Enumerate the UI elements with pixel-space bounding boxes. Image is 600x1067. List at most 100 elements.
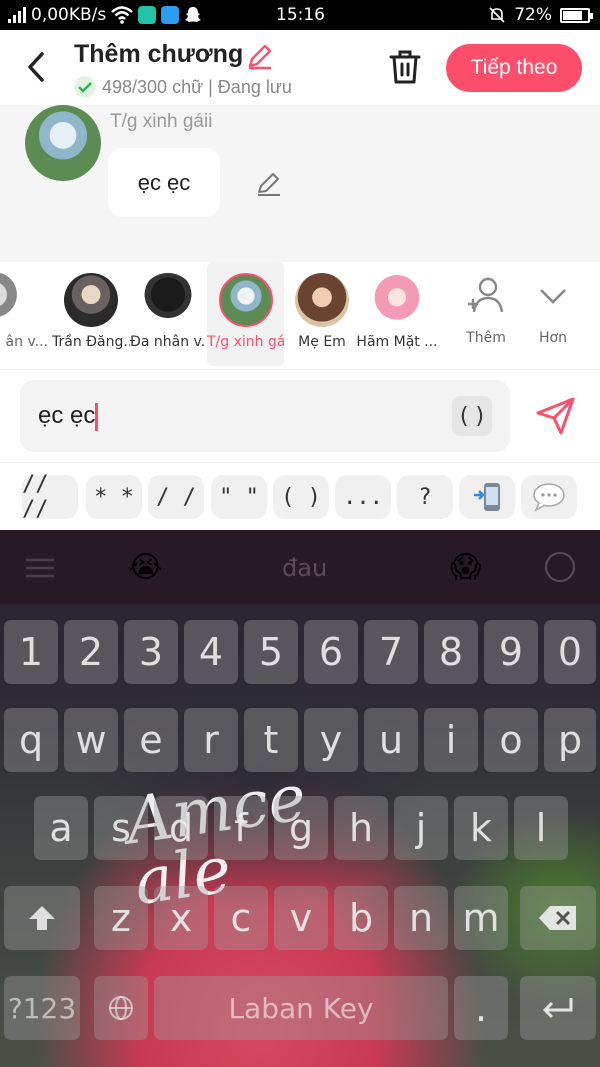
key[interactable]: b [334,886,388,950]
key[interactable]: s [94,796,148,860]
key[interactable]: m [454,886,508,950]
character-avatar [218,273,273,327]
key[interactable]: y [304,708,358,772]
emoji-suggestion[interactable]: 😱 [450,550,481,585]
key[interactable]: 4 [184,620,238,684]
add-character-button[interactable]: Thêm [452,262,520,366]
key[interactable]: 7 [364,620,418,684]
character-name: T/g xinh gái [207,334,284,350]
next-button[interactable]: Tiếp theo [446,44,582,92]
period-key[interactable]: . [454,976,508,1040]
speech-bubble-icon [533,483,565,512]
edit-title-icon[interactable] [246,42,274,70]
key[interactable]: a [34,796,88,860]
symbol-chip[interactable]: ... [335,475,391,519]
key[interactable]: f [214,796,268,860]
key[interactable]: i [424,708,478,772]
character-selector: ân v... Trần Đăng... Đa nhân v... T/g xi… [0,262,600,370]
network-speed: 0,00KB/s [31,5,107,25]
language-key[interactable] [94,976,148,1040]
key[interactable]: n [394,886,448,950]
key[interactable]: x [154,886,208,950]
key[interactable]: 9 [484,620,538,684]
menu-icon[interactable] [26,558,54,578]
space-key[interactable]: Laban Key [154,976,448,1040]
message-input-text: ẹc ẹc [38,402,99,431]
key[interactable]: 2 [64,620,118,684]
keyboard-notification-icon [161,6,180,24]
symbol-chip[interactable]: " " [211,475,267,519]
key[interactable]: c [214,886,268,950]
character-item[interactable]: Mẹ Em [288,262,356,366]
paren-button[interactable]: ( ) [452,396,492,436]
phone-transfer-chip[interactable] [459,475,515,519]
key[interactable]: d [154,796,208,860]
key[interactable]: o [484,708,538,772]
header: Thêm chương 498/300 chữ | Đang lưu Tiếp … [0,30,600,105]
key[interactable]: 6 [304,620,358,684]
shift-key[interactable] [4,886,80,950]
key[interactable]: t [244,708,298,772]
key[interactable]: 1 [4,620,58,684]
key[interactable]: l [514,796,568,860]
wifi-icon [111,6,134,24]
character-avatar [295,273,349,327]
mute-bell-icon [489,7,505,23]
key[interactable]: q [4,708,58,772]
backspace-key[interactable] [520,886,596,950]
backspace-icon [539,906,576,930]
message-bubble[interactable]: ẹc ẹc [108,148,220,217]
key[interactable]: v [274,886,328,950]
character-avatar [0,273,32,327]
key[interactable]: g [274,796,328,860]
symbol-chip[interactable]: ( ) [273,475,329,519]
key[interactable]: k [454,796,508,860]
key[interactable]: 3 [124,620,178,684]
keyboard: Amce ale 😭 đau 😱 1 2 3 4 5 6 7 8 9 0 q w… [0,530,600,1067]
key[interactable]: 5 [244,620,298,684]
character-item[interactable]: ân v... [0,262,50,366]
character-item-selected[interactable]: T/g xinh gái [207,262,284,366]
emoji-picker-icon[interactable] [545,552,575,582]
character-name: Trần Đăng... [52,334,130,350]
send-icon[interactable] [535,396,577,436]
key[interactable]: e [124,708,178,772]
character-item[interactable]: Đa nhân v... [130,262,206,366]
symbol-chip[interactable]: / / [148,475,204,519]
chat-preview: T/g xinh gáii ẹc ẹc [0,105,600,262]
word-suggestion[interactable]: đau [282,554,327,582]
message-author: T/g xinh gáii [110,111,213,132]
word-count-status: 498/300 chữ | Đang lưu [102,76,292,97]
key[interactable]: h [334,796,388,860]
clock: 15:16 [276,5,325,25]
edit-message-icon[interactable] [255,170,283,198]
more-characters-button[interactable]: Hơn [520,262,586,366]
message-input[interactable]: ẹc ẹc ( ) [20,380,510,452]
character-name: Hãm Mặt ... [356,334,438,350]
composer: ẹc ẹc ( ) [0,370,600,462]
character-item[interactable]: Trần Đăng... [52,262,130,366]
speech-bubble-chip[interactable] [521,475,577,519]
symbol-toolbar: // // * * / / " " ( ) ... ? [0,462,600,530]
symbol-chip[interactable]: ? [397,475,453,519]
trash-icon[interactable] [388,48,422,86]
back-icon[interactable] [22,50,50,84]
input-value: ẹc ẹc [38,402,96,429]
character-name: ân v... [5,334,48,350]
key[interactable]: u [364,708,418,772]
key[interactable]: r [184,708,238,772]
emoji-suggestion[interactable]: 😭 [128,550,163,585]
key[interactable]: z [94,886,148,950]
key[interactable]: p [544,708,596,772]
key[interactable]: 8 [424,620,478,684]
symbols-key[interactable]: ?123 [4,976,80,1040]
character-item[interactable]: Hãm Mặt ... [356,262,438,366]
enter-key[interactable] [520,976,596,1040]
key[interactable]: w [64,708,118,772]
add-character-label: Thêm [466,330,506,346]
keyboard-suggestion-bar: 😭 đau 😱 [0,530,600,604]
symbol-chip[interactable]: * * [86,475,142,519]
symbol-chip[interactable]: // // [22,472,78,522]
key[interactable]: j [394,796,448,860]
key[interactable]: 0 [544,620,596,684]
